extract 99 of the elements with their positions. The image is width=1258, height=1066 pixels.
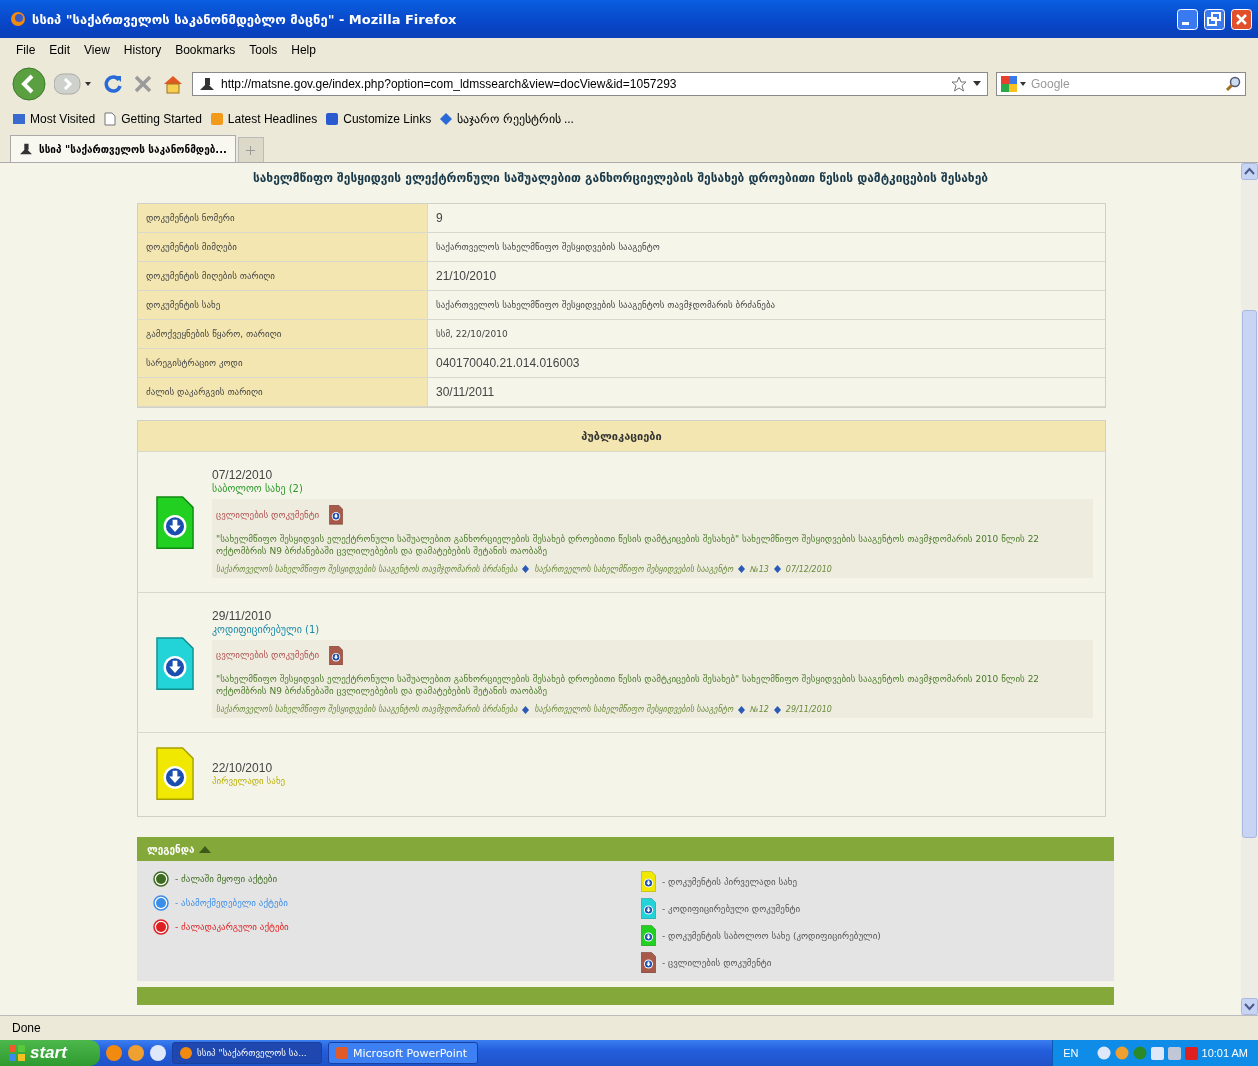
- publication-date: 07/12/2010: [212, 468, 274, 482]
- meta-text: 07/12/2010: [785, 564, 832, 574]
- document-download-icon[interactable]: [329, 645, 344, 666]
- feed-icon: [209, 112, 224, 126]
- close-icon[interactable]: [1231, 8, 1252, 30]
- scroll-down-icon[interactable]: [1241, 998, 1258, 1015]
- legend-label: - ასამოქმედებელი აქტები: [175, 898, 288, 909]
- reload-icon[interactable]: [102, 73, 124, 95]
- legend-label: - დოკუმენტის საბოლოო სახე (კოდიფიცირებული): [662, 930, 881, 941]
- field-label: დოკუმენტის ნომერი: [138, 204, 428, 233]
- presentation-icon: [335, 1046, 349, 1060]
- document-download-icon[interactable]: [329, 505, 344, 525]
- bookmark-link[interactable]: საჯარო რეესტრის ...: [439, 112, 574, 126]
- bookmark-link[interactable]: Getting Started: [103, 112, 202, 126]
- page-icon: [103, 112, 118, 126]
- scroll-thumb[interactable]: [1242, 310, 1257, 838]
- tray-icon[interactable]: [1096, 1046, 1111, 1060]
- star-icon[interactable]: [951, 76, 967, 92]
- legend-label: - ცვლილების დოკუმენტი: [662, 957, 772, 968]
- address-field[interactable]: http://matsne.gov.ge/index.php?option=com_ldmssearch&view=docView&id=1057293: [192, 72, 988, 96]
- tray-icon[interactable]: [1150, 1046, 1164, 1060]
- language-indicator[interactable]: EN: [1063, 1047, 1079, 1059]
- meta-text: საქართველოს სახელმწიფო შესყიდვების სააგენტო: [534, 705, 734, 715]
- meta-text: №13: [750, 564, 769, 574]
- dropdown-icon[interactable]: [973, 81, 981, 87]
- document-download-icon[interactable]: [641, 925, 656, 947]
- bookmark-icon: [439, 112, 454, 126]
- legend-title: ლეგენდა: [147, 843, 195, 855]
- home-icon[interactable]: [162, 73, 184, 95]
- restore-icon[interactable]: [1204, 8, 1225, 30]
- back-icon[interactable]: [12, 67, 46, 101]
- change-description: "სახელმწიფო შესყიდვის ელექტრონული საშუალებით განხორციელების შესახებ დროებითი წესის დამტკიცების შესახებ" სახელმწიფო შესყიდვების სააგენტოს თავმჯდომარის 2010 წლის 22 ოქტომბრის N9 ბრძანებაში ცვლილებების და დამატებების შეტანის თაობაზე: [216, 532, 1041, 557]
- firefox-icon: [10, 11, 26, 27]
- field-label: გამოქვეყნების წყარო, თარიღი: [138, 320, 428, 349]
- menu-item[interactable]: History: [123, 43, 162, 57]
- plus-icon: [246, 145, 256, 155]
- diamond-icon: [773, 565, 781, 574]
- legend-label: - ძალადაკარგული აქტები: [175, 922, 289, 933]
- menu-item[interactable]: Bookmarks: [175, 43, 236, 57]
- bookmark-icon: [325, 112, 340, 126]
- field-label: სარეგისტრაციო კოდი: [138, 349, 428, 378]
- search-engine-icon: [1001, 76, 1027, 92]
- search-icon[interactable]: [1225, 76, 1241, 92]
- field-label: ძალის დაკარგვის თარიღი: [138, 378, 428, 407]
- document-download-icon[interactable]: [156, 636, 194, 690]
- diamond-icon: [522, 565, 530, 574]
- diamond-icon: [738, 565, 746, 574]
- quick-launch-icon[interactable]: [128, 1045, 144, 1061]
- bookmark-link[interactable]: Customize Links: [325, 112, 432, 126]
- change-description: "სახელმწიფო შესყიდვის ელექტრონული საშუალებით განხორციელების შესახებ დროებითი წესის დამტკიცების შესახებ" სახელმწიფო შესყიდვების სააგენტოს თავმჯდომარის 2010 წლის 22 ოქტომბრის N9 ბრძანებაში ცვლილებების და დამატებების შეტანის თაობაზე: [216, 673, 1041, 698]
- document-title: სახელმწიფო შესყიდვის ელექტრონული საშუალებით განხორციელების შესახებ დროებითი წესის დამტკიცების შესახებ: [251, 171, 990, 185]
- diamond-icon: [773, 705, 781, 714]
- document-download-icon[interactable]: [156, 496, 194, 550]
- window-title: სსიპ "საქართველოს საკანონმდებლო მაცნე" - Mozilla Firefox: [32, 11, 458, 27]
- field-label: დოკუმენტის მიმღები: [138, 233, 428, 262]
- taskbar-button[interactable]: Microsoft PowerPoint: [328, 1042, 478, 1064]
- windows-logo-icon: [8, 1044, 26, 1062]
- change-document-link[interactable]: ცვლილების დოკუმენტი: [216, 650, 320, 661]
- version-link[interactable]: კოდიფიცირებული (1): [212, 623, 1093, 635]
- menu-item[interactable]: Help: [291, 43, 316, 57]
- menu-item[interactable]: Tools: [249, 43, 278, 57]
- legend-label: - კოდიფიცირებული დოკუმენტი: [662, 903, 801, 914]
- document-download-icon[interactable]: [156, 747, 194, 801]
- scroll-up-icon[interactable]: [1241, 163, 1258, 180]
- bookmark-icon: [12, 112, 26, 126]
- collapse-icon[interactable]: [198, 845, 211, 854]
- taskbar-button[interactable]: სსიპ "საქართველოს სა...: [172, 1042, 322, 1064]
- meta-text: საქართველოს სახელმწიფო შესყიდვების სააგენტოს თავმჯდომარის ბრძანება: [216, 564, 518, 574]
- publications-heading: პუბლიკაციები: [138, 421, 1105, 452]
- meta-text: საქართველოს სახელმწიფო შესყიდვების სააგენტო: [534, 564, 734, 574]
- menu-item[interactable]: Edit: [49, 43, 71, 57]
- menu-item[interactable]: View: [84, 43, 110, 57]
- legend-label: - დოკუმენტის პირველადი სახე: [662, 876, 798, 887]
- quick-launch-icon[interactable]: [150, 1045, 166, 1061]
- meta-text: №12: [750, 705, 769, 715]
- menu-item[interactable]: File: [16, 43, 36, 57]
- bookmark-link[interactable]: Most Visited: [12, 112, 96, 126]
- quick-launch-icon[interactable]: [106, 1045, 122, 1061]
- diamond-icon: [738, 705, 746, 714]
- change-document-link[interactable]: ცვლილების დოკუმენტი: [216, 509, 320, 520]
- minimize-icon[interactable]: [1177, 8, 1198, 30]
- document-download-icon[interactable]: [641, 898, 656, 920]
- meta-text: საქართველოს სახელმწიფო შესყიდვების სააგენტოს თავმჯდომარის ბრძანება: [216, 705, 518, 715]
- site-icon: [199, 77, 215, 91]
- field-label: დოკუმენტის მიღების თარიღი: [138, 262, 428, 291]
- field-label: დოკუმენტის სახე: [138, 291, 428, 320]
- legend-label: - ძალაში მყოფი აქტები: [175, 874, 278, 885]
- meta-text: 29/11/2010: [785, 705, 832, 715]
- bookmark-link[interactable]: Latest Headlines: [209, 112, 318, 126]
- document-download-icon[interactable]: [641, 871, 656, 893]
- browser-tab[interactable]: სსიპ "საქართველოს საკანონმდებ...: [10, 135, 236, 162]
- document-download-icon[interactable]: [641, 952, 656, 974]
- diamond-icon: [522, 705, 530, 714]
- clock: 10:01 AM: [1201, 1047, 1248, 1059]
- publication-date: 22/10/2010: [212, 761, 274, 776]
- firefox-icon: [179, 1046, 193, 1060]
- site-icon: [19, 143, 33, 155]
- status-text: Done: [12, 1021, 41, 1035]
- publication-date: 29/11/2010: [212, 608, 273, 623]
